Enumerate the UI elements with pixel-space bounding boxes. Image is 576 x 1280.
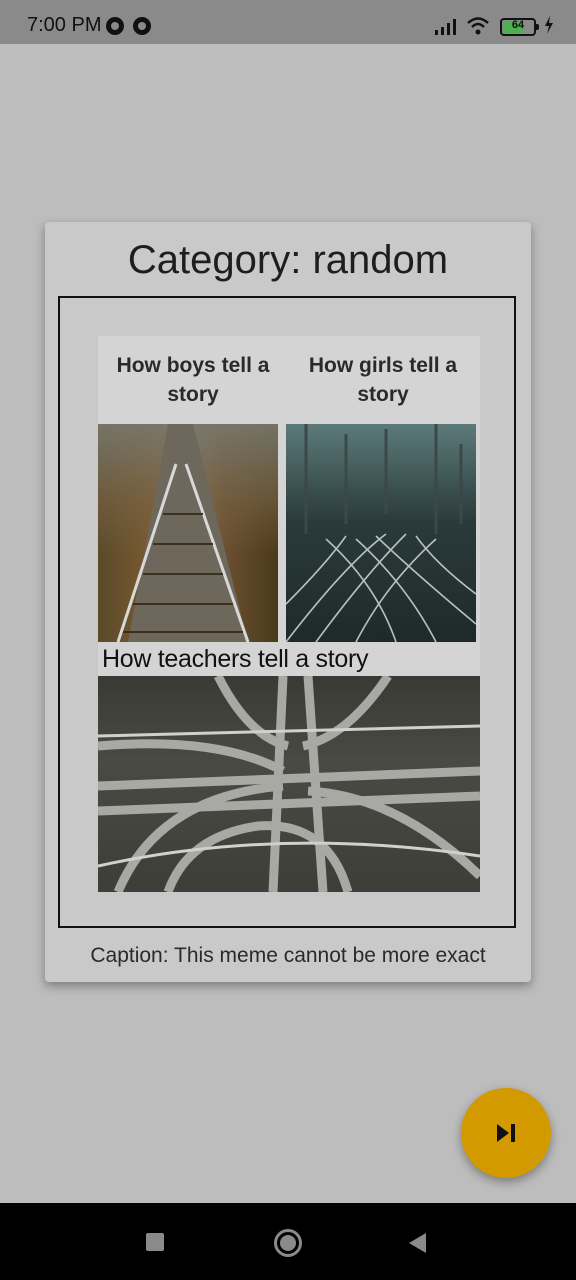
meme-card: Category: random How boys tell a story H…	[45, 222, 531, 982]
railway-straight-image	[98, 424, 278, 643]
home-icon[interactable]	[274, 1229, 302, 1257]
recent-apps-icon[interactable]	[146, 1233, 164, 1251]
category-title: Category: random	[127, 238, 449, 282]
meme-caption: Caption: This meme cannot be more exact	[90, 944, 486, 967]
signal-icon	[435, 19, 456, 35]
highway-interchange-image	[98, 673, 480, 892]
meme-label-boys: How boys tell a story	[116, 354, 270, 406]
battery-icon: 64	[500, 18, 539, 36]
meme-label-teachers: How teachers tell a story	[102, 645, 369, 673]
notification-icon	[106, 17, 124, 35]
meme-frame: How boys tell a story How girls tell a s…	[58, 296, 516, 928]
meme-image: How boys tell a story How girls tell a s…	[98, 336, 480, 892]
status-time: 7:00 PM	[27, 14, 102, 36]
charging-icon	[545, 16, 553, 34]
meme-label-girls: How girls tell a story	[308, 354, 458, 406]
back-icon[interactable]	[406, 1231, 428, 1255]
next-meme-button[interactable]	[461, 1088, 551, 1178]
notification-icon	[133, 17, 151, 35]
wifi-icon	[467, 17, 489, 35]
navigation-bar	[0, 1203, 576, 1280]
railway-tangled-image	[285, 424, 477, 643]
status-bar: 7:00 PM 64	[0, 0, 576, 44]
battery-level: 64	[511, 19, 525, 31]
skip-next-icon	[497, 1124, 515, 1142]
